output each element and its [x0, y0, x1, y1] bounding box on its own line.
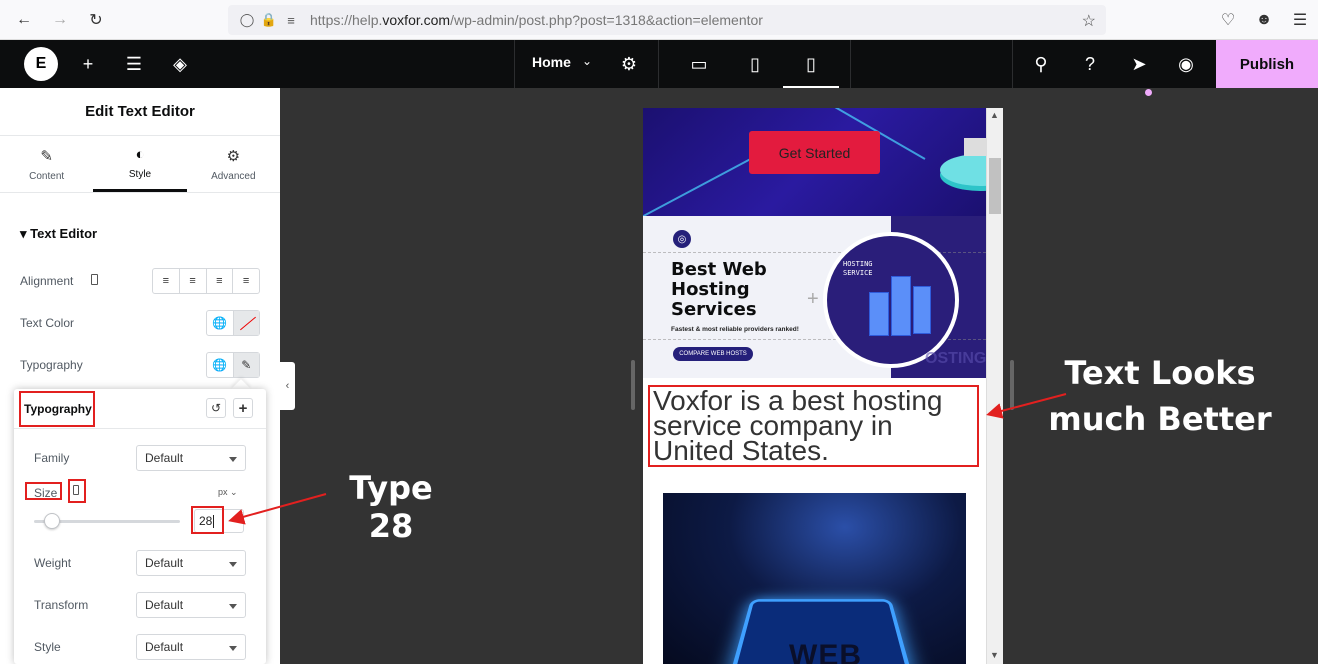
forward-icon[interactable]: →	[42, 5, 78, 35]
hosting-banner-image: ◎ Best Web Hosting Services Fastest & mo…	[643, 216, 986, 378]
text-highlight-box	[648, 385, 979, 467]
tab-advanced[interactable]: ⚙ Advanced	[187, 136, 280, 192]
tablet-view-icon[interactable]: ▯	[732, 40, 778, 88]
browser-toolbar: ← → ↻ ◯ 🔒 ≡ https://help.voxfor.com/wp-a…	[0, 0, 1318, 40]
size-unit-label: px	[218, 487, 228, 497]
address-bar[interactable]: ◯ 🔒 ≡ https://help.voxfor.com/wp-admin/p…	[228, 5, 1106, 35]
elementor-logo-icon[interactable]: E	[24, 47, 58, 81]
pocket-icon[interactable]: ♡	[1210, 5, 1246, 35]
add-element-icon[interactable]: +	[65, 40, 111, 88]
annotation-type-28: Type 28	[349, 469, 433, 545]
scroll-up-icon[interactable]: ▲	[986, 108, 1003, 122]
align-center-icon[interactable]: ≡	[180, 269, 207, 293]
extensions-icon[interactable]: ☰	[1282, 5, 1318, 35]
back-icon[interactable]: ←	[6, 5, 42, 35]
bookmark-star-icon[interactable]: ☆	[1082, 11, 1096, 31]
globe-icon: ◎	[673, 230, 691, 248]
tab-content[interactable]: ✎ Content	[0, 136, 93, 192]
scroll-down-icon[interactable]: ▼	[986, 648, 1003, 662]
responsive-mobile-icon[interactable]	[91, 274, 98, 285]
tab-content-label: Content	[29, 170, 65, 182]
section-toggle-text-editor[interactable]: ▾ Text Editor	[20, 226, 97, 242]
banner-subtitle: Fastest & most reliable providers ranked…	[671, 326, 799, 333]
mobile-icon-highlight-box	[68, 479, 86, 503]
contrast-icon: ◐	[135, 145, 145, 163]
global-colors-icon[interactable]: 🌐	[207, 311, 234, 335]
page-selector[interactable]: Home	[532, 54, 571, 70]
tab-style[interactable]: ◐ Style	[93, 136, 187, 192]
chevron-down-icon[interactable]: ⌄	[582, 54, 592, 68]
family-label: Family	[34, 451, 70, 465]
site-settings-icon[interactable]: ☰	[111, 40, 157, 88]
text-color-control: 🌐	[206, 310, 260, 336]
banner-circle-label: HOSTING SERVICE	[843, 260, 873, 277]
resize-handle-left[interactable]	[631, 360, 635, 410]
family-select[interactable]: Default	[136, 445, 246, 471]
size-unit-select[interactable]: px ⌄	[218, 487, 238, 498]
resize-handle-right[interactable]	[1010, 360, 1014, 410]
style-select[interactable]: Default	[136, 634, 246, 660]
url-text[interactable]: https://help.voxfor.com/wp-admin/post.ph…	[310, 12, 763, 28]
banner-cta: COMPARE WEB HOSTS	[673, 347, 753, 361]
transform-select[interactable]: Default	[136, 592, 246, 618]
typography-popover: Typography ↺ + Family Default Size px ⌄ …	[14, 389, 266, 664]
alignment-label: Alignment	[20, 274, 74, 288]
reset-icon[interactable]: ↺	[206, 398, 226, 418]
lock-icon[interactable]: 🔒	[258, 12, 280, 28]
gear-icon: ⚙	[226, 147, 241, 165]
banner-circle: HOSTING SERVICE	[823, 232, 959, 368]
web-hosting-image: WEB	[663, 493, 966, 664]
edit-typography-pencil-icon[interactable]: ✎	[233, 353, 259, 377]
typography-highlight-box	[19, 391, 95, 427]
panel-tabs: ✎ Content ◐ Style ⚙ Advanced	[0, 136, 280, 193]
plus-icon: +	[807, 288, 819, 310]
panel-title: Edit Text Editor	[0, 88, 280, 136]
size-input-highlight-box	[191, 506, 224, 534]
preview-eye-icon[interactable]: ◉	[1163, 40, 1209, 88]
typography-control: 🌐 ✎	[206, 352, 260, 378]
help-icon[interactable]: ?	[1067, 40, 1113, 88]
preview-scrollbar-thumb[interactable]	[989, 158, 1001, 214]
align-left-icon[interactable]: ≡	[153, 269, 180, 293]
weight-select[interactable]: Default	[136, 550, 246, 576]
reload-icon[interactable]: ↻	[78, 5, 114, 35]
mobile-view-icon[interactable]: ▯	[788, 40, 834, 88]
pencil-icon: ✎	[40, 147, 53, 165]
desktop-view-icon[interactable]: ▭	[676, 40, 722, 88]
image-text: WEB	[789, 639, 862, 664]
style-label: Style	[34, 640, 61, 654]
alignment-choices: ≡ ≡ ≡ ≡	[152, 268, 260, 294]
weight-label: Weight	[34, 556, 72, 570]
section-title: Text Editor	[30, 226, 98, 241]
banner-title: Best Web Hosting Services	[671, 259, 767, 320]
align-justify-icon[interactable]: ≡	[233, 269, 259, 293]
tab-style-label: Style	[128, 168, 152, 180]
color-swatch[interactable]	[233, 311, 259, 335]
align-right-icon[interactable]: ≡	[207, 269, 234, 293]
text-color-label: Text Color	[20, 316, 75, 330]
hero-section: Get Started	[643, 108, 986, 216]
search-icon[interactable]: ⚲	[1018, 40, 1064, 88]
whats-new-megaphone-icon[interactable]: ➤	[1116, 40, 1162, 88]
get-started-button[interactable]: Get Started	[749, 131, 880, 174]
account-icon[interactable]: ☻	[1246, 5, 1282, 35]
size-highlight-box	[25, 482, 62, 500]
annotation-text-better: Text Looks much Better	[1048, 354, 1272, 438]
banner-bg-text: OSTING	[925, 350, 986, 367]
collapse-panel-button[interactable]: ‹	[280, 362, 295, 410]
size-slider-handle[interactable]	[44, 513, 60, 529]
shield-icon[interactable]: ◯	[236, 12, 258, 28]
permissions-icon[interactable]: ≡	[280, 13, 302, 28]
notification-dot	[1145, 89, 1152, 96]
publish-button[interactable]: Publish	[1216, 40, 1318, 88]
global-fonts-icon[interactable]: 🌐	[207, 353, 234, 377]
hero-platform-illustration	[940, 138, 986, 191]
elementor-topbar: E + ☰ ◈ Home ⌄ ⚙ ▭ ▯ ▯ ⚲ ? ➤ ◉ Publish	[0, 40, 1318, 96]
tab-advanced-label: Advanced	[211, 170, 256, 182]
transform-label: Transform	[34, 598, 89, 612]
typography-label: Typography	[20, 358, 83, 372]
page-settings-gear-icon[interactable]: ⚙	[606, 40, 652, 88]
add-global-font-icon[interactable]: +	[233, 398, 253, 418]
structure-layers-icon[interactable]: ◈	[157, 40, 203, 88]
